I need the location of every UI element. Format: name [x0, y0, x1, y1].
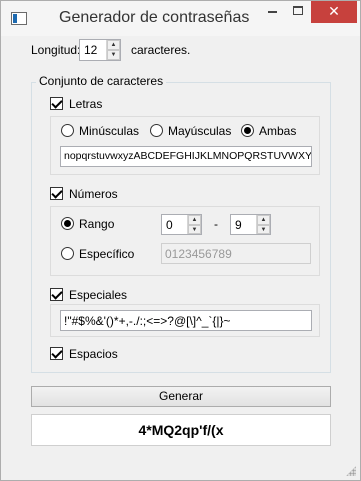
length-suffix: caracteres.: [131, 43, 191, 57]
specials-checkbox[interactable]: [50, 288, 63, 301]
resize-grip[interactable]: [346, 466, 356, 476]
specials-chars-input[interactable]: !"#$%&'()*+,-./:;<=>?@[\]^_`{|}~: [60, 310, 312, 331]
specific-label[interactable]: Específico: [79, 247, 134, 261]
range-from-value[interactable]: 0: [166, 218, 173, 232]
specials-label[interactable]: Especiales: [69, 288, 127, 302]
minimize-button[interactable]: [259, 1, 285, 23]
numbers-checkbox[interactable]: [50, 187, 63, 200]
range-radio[interactable]: [61, 217, 74, 230]
specific-digits-input[interactable]: 0123456789: [161, 243, 311, 264]
lowercase-label[interactable]: Minúsculas: [79, 124, 139, 138]
generate-button[interactable]: Generar: [31, 386, 331, 407]
length-value[interactable]: 12: [84, 43, 97, 57]
maximize-button[interactable]: [285, 1, 311, 23]
length-up-button[interactable]: ▲: [107, 40, 120, 50]
range-from-spinbox[interactable]: 0 ▲ ▼: [161, 214, 202, 235]
close-icon: ✕: [328, 3, 340, 19]
close-button[interactable]: ✕: [311, 1, 357, 23]
spaces-label[interactable]: Espacios: [69, 347, 118, 361]
specific-radio[interactable]: [61, 247, 74, 260]
charset-group-title: Conjunto de caracteres: [36, 74, 167, 88]
range-to-spinbox[interactable]: 9 ▲ ▼: [230, 214, 271, 235]
letters-checkbox[interactable]: [50, 97, 63, 110]
uppercase-radio[interactable]: [150, 124, 163, 137]
range-to-down-button[interactable]: ▼: [257, 224, 270, 234]
length-spinbox[interactable]: 12 ▲ ▼: [79, 39, 121, 61]
range-from-down-button[interactable]: ▼: [188, 224, 201, 234]
window-title: Generador de contraseñas: [59, 9, 250, 26]
both-label[interactable]: Ambas: [259, 124, 296, 138]
letters-label[interactable]: Letras: [69, 97, 102, 111]
spaces-checkbox[interactable]: [50, 347, 63, 360]
password-output[interactable]: 4*MQ2qp'f/(x: [31, 414, 331, 446]
letters-chars-input[interactable]: nopqrstuvwxyzABCDEFGHIJKLMNOPQRSTUVWXYZ: [60, 146, 312, 167]
app-window: Generador de contraseñas ✕ Longitud: 12 …: [0, 0, 361, 481]
app-icon: [11, 12, 27, 25]
both-radio[interactable]: [241, 124, 254, 137]
lowercase-radio[interactable]: [61, 124, 74, 137]
minimize-icon: [267, 11, 277, 13]
range-label[interactable]: Rango: [79, 217, 114, 231]
length-label: Longitud:: [31, 43, 81, 57]
title-bar[interactable]: Generador de contraseñas ✕: [1, 1, 360, 36]
length-down-button[interactable]: ▼: [107, 50, 120, 60]
numbers-label[interactable]: Números: [69, 187, 118, 201]
uppercase-label[interactable]: Mayúsculas: [168, 124, 231, 138]
range-to-value[interactable]: 9: [235, 218, 242, 232]
range-from-up-button[interactable]: ▲: [188, 215, 201, 225]
range-to-up-button[interactable]: ▲: [257, 215, 270, 225]
range-separator: -: [214, 217, 218, 231]
maximize-icon: [293, 6, 303, 15]
